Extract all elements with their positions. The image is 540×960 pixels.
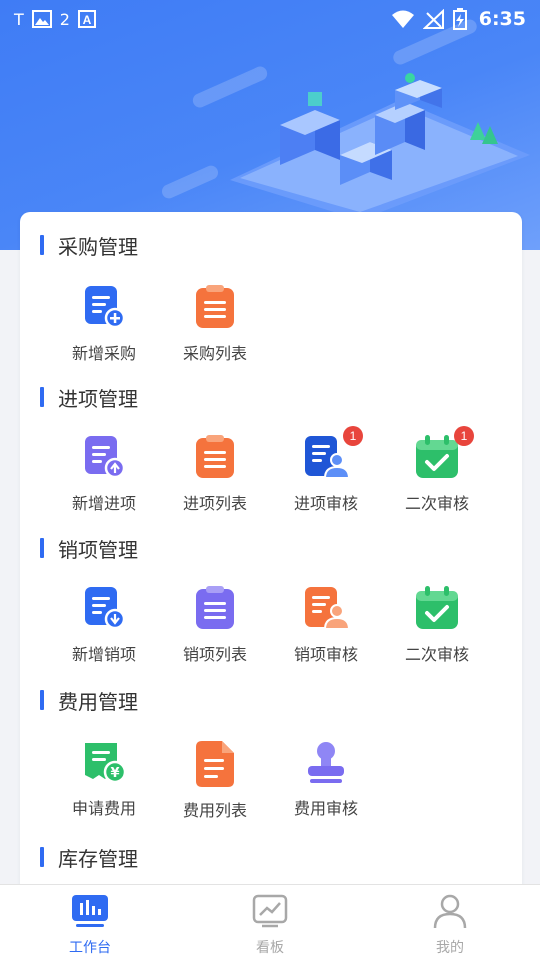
no-signal-icon <box>422 9 444 29</box>
menu-item-expense-review[interactable]: 费用审核 <box>271 739 381 819</box>
user-icon <box>433 894 467 929</box>
menu-item-label: 费用审核 <box>293 799 358 818</box>
wifi-icon <box>391 10 414 28</box>
menu-item-label: 申请费用 <box>71 799 136 818</box>
clipboard-list-icon <box>192 585 238 631</box>
calendar-check-icon: 1 <box>414 426 474 480</box>
bottom-tab-bar: 工作台 看板 我的 <box>0 884 540 960</box>
section-marker <box>40 235 44 255</box>
battery-charging-icon <box>452 8 467 30</box>
menu-item-apply-expense[interactable]: ¥ 申请费用 <box>49 739 159 819</box>
doc-plus-icon <box>81 284 127 330</box>
doc-user-icon <box>303 585 351 631</box>
tab-mine[interactable]: 我的 <box>360 885 540 960</box>
clipboard-list-icon <box>192 434 238 480</box>
calendar-check-icon <box>414 585 460 631</box>
section-title-text: 采购管理 <box>58 234 138 259</box>
menu-item-label: 新增采购 <box>71 344 136 363</box>
tab-label: 看板 <box>256 940 284 956</box>
menu-item-input-list[interactable]: 进项列表 <box>160 434 270 514</box>
tab-label: 工作台 <box>69 940 111 956</box>
menu-item-output-list[interactable]: 销项列表 <box>160 585 270 665</box>
stamp-icon <box>303 739 349 785</box>
doc-download-icon <box>81 585 127 631</box>
receipt-yen-icon: ¥ <box>81 739 127 785</box>
section-title-text: 销项管理 <box>58 537 138 562</box>
menu-item-purchase-list[interactable]: 采购列表 <box>160 284 270 364</box>
section-title-output: 销项管理 <box>40 535 138 562</box>
tab-label: 我的 <box>436 940 464 956</box>
svg-text:A: A <box>83 13 92 27</box>
carrier-text: T <box>14 9 24 29</box>
status-number: 2 <box>59 9 70 29</box>
doc-upload-icon <box>81 434 127 480</box>
menu-item-label: 费用列表 <box>182 801 247 820</box>
a-icon: A <box>77 10 96 28</box>
status-bar: T 2 A 6:35 <box>0 0 540 38</box>
section-title-inventory: 库存管理 <box>40 844 138 871</box>
function-card: 采购管理 新增采购 采购列表 进项管理 新增进项 进项列表 1 进项审核 1 二… <box>20 212 522 902</box>
section-title-expense: 费用管理 <box>40 687 138 714</box>
image-icon <box>31 10 52 28</box>
menu-item-label: 二次审核 <box>404 494 469 513</box>
section-title-purchase: 采购管理 <box>40 232 138 259</box>
section-marker <box>40 538 44 558</box>
menu-item-label: 销项审核 <box>293 645 358 664</box>
section-title-text: 进项管理 <box>58 386 138 411</box>
menu-item-new-purchase[interactable]: 新增采购 <box>49 284 159 364</box>
section-title-input: 进项管理 <box>40 384 138 411</box>
menu-item-input-review[interactable]: 1 进项审核 <box>271 426 381 514</box>
file-list-icon <box>192 739 238 789</box>
menu-item-new-output[interactable]: 新增销项 <box>49 585 159 665</box>
section-title-text: 库存管理 <box>58 846 138 871</box>
menu-item-label: 进项列表 <box>182 494 247 513</box>
menu-item-label: 新增销项 <box>71 645 136 664</box>
section-marker <box>40 690 44 710</box>
menu-item-label: 二次审核 <box>404 645 469 664</box>
workbench-icon <box>72 895 108 927</box>
menu-item-output-review[interactable]: 销项审核 <box>271 585 381 665</box>
menu-item-label: 销项列表 <box>182 645 247 664</box>
doc-user-icon: 1 <box>303 426 363 480</box>
menu-item-label: 新增进项 <box>71 494 136 513</box>
svg-text:¥: ¥ <box>110 766 119 781</box>
menu-item-label: 采购列表 <box>182 344 247 363</box>
menu-item-new-input[interactable]: 新增进项 <box>49 434 159 514</box>
clipboard-list-icon <box>192 284 238 330</box>
city-illustration <box>230 73 530 220</box>
menu-item-output-second-review[interactable]: 二次审核 <box>382 585 492 665</box>
dashboard-chart-icon <box>252 894 288 928</box>
notification-badge: 1 <box>343 426 363 446</box>
section-marker <box>40 847 44 867</box>
clock: 6:35 <box>478 8 526 30</box>
tab-workbench[interactable]: 工作台 <box>0 885 180 960</box>
menu-item-expense-list[interactable]: 费用列表 <box>160 739 270 821</box>
menu-item-input-second-review[interactable]: 1 二次审核 <box>382 426 492 514</box>
menu-item-label: 进项审核 <box>293 494 358 513</box>
notification-badge: 1 <box>454 426 474 446</box>
section-marker <box>40 387 44 407</box>
tab-dashboard[interactable]: 看板 <box>180 885 360 960</box>
section-title-text: 费用管理 <box>58 689 138 714</box>
decor-streak <box>159 163 221 201</box>
